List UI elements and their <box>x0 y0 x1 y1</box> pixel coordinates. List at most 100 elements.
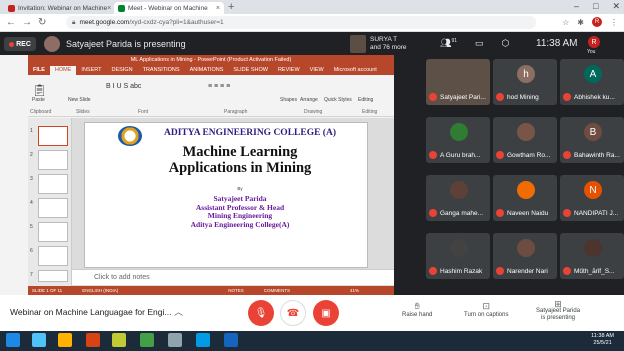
participant-thumbnail[interactable] <box>350 35 366 53</box>
tab-home[interactable]: HOME <box>49 66 77 75</box>
extensions-icon[interactable]: ✱ <box>577 18 584 27</box>
chat-icon[interactable]: ▭ <box>475 38 484 49</box>
slide-thumbnail[interactable] <box>38 246 68 266</box>
ppt-ribbon: 📋︎ Paste New Slide B I U S abc ≡ ≡ ≡ ≡ S… <box>28 75 394 117</box>
shapes-button[interactable]: Shapes <box>280 97 297 103</box>
maximize-icon[interactable]: □ <box>593 1 598 12</box>
participant-tile[interactable]: h hod Mining <box>493 59 557 105</box>
browser-actions: ☆ ✱ R ⋮ <box>562 17 618 27</box>
participant-tile[interactable]: Naveen Naidu <box>493 175 557 221</box>
paragraph-controls[interactable]: ≡ ≡ ≡ ≡ <box>208 83 230 90</box>
participant-tile[interactable]: N NANDIPATI J... <box>560 175 624 221</box>
participant-name: Naveen Naidu <box>507 210 549 217</box>
skype-icon[interactable] <box>196 333 210 347</box>
notes-field[interactable]: Click to add notes <box>72 269 394 285</box>
reload-icon[interactable]: ↻ <box>38 17 46 28</box>
word-icon[interactable] <box>224 333 238 347</box>
close-tab-icon[interactable]: × <box>216 5 220 12</box>
hand-icon: ✋︎ <box>414 301 420 311</box>
captions-button[interactable]: ⊡ Turn on captions <box>464 301 508 318</box>
tab-meet[interactable]: Meet - Webinar on Machine × <box>114 2 224 14</box>
system-clock[interactable]: 11:38 AM 25/5/21 <box>591 333 614 347</box>
file-explorer-icon[interactable] <box>58 333 72 347</box>
slide-thumbnail[interactable] <box>38 270 68 282</box>
slide-title-line: Applications in Mining <box>168 160 312 176</box>
powerpoint-taskbar-icon[interactable] <box>86 333 100 347</box>
participant-name: Satyajeet Pari... <box>440 94 486 101</box>
arrange-button[interactable]: Arrange <box>300 97 318 103</box>
participant-tile[interactable]: B Bahawinth Ra... <box>560 117 624 163</box>
back-icon[interactable]: ← <box>6 17 16 28</box>
tab-view[interactable]: VIEW <box>305 66 329 75</box>
chevron-up-icon[interactable]: ︿ <box>174 305 183 318</box>
group-font: Font <box>138 109 149 115</box>
comments-toggle[interactable]: COMMENTS <box>264 288 290 293</box>
group-clipboard: Clipboard <box>30 109 52 115</box>
participant-tile[interactable]: A Abhishek ku... <box>560 59 624 105</box>
participant-tile[interactable]: Ganga mahe... <box>426 175 490 221</box>
meeting-title[interactable]: Webinar on Machine Languagae for Engi... <box>10 307 171 317</box>
leave-call-button[interactable]: ☎︎ <box>280 300 306 326</box>
slide-thumbnail[interactable] <box>38 126 68 146</box>
tab-transitions[interactable]: TRANSITIONS <box>138 66 185 75</box>
participant-grid: Satyajeet Pari... h hod Mining A Abhishek ku… <box>424 55 624 295</box>
ie-icon[interactable] <box>32 333 46 347</box>
tab-file[interactable]: FILE <box>28 66 50 75</box>
star-icon[interactable]: ☆ <box>562 18 569 27</box>
account-link[interactable]: Microsoft account <box>329 66 382 75</box>
profile-avatar[interactable]: R <box>592 17 602 27</box>
participant-tile[interactable]: Műth_ărǐf_S... <box>560 233 624 279</box>
tab-animations[interactable]: ANIMATIONS <box>185 66 229 75</box>
mic-off-button[interactable]: 🎙︎ <box>248 300 274 326</box>
new-tab-button[interactable]: + <box>228 1 234 13</box>
group-drawing: Drawing <box>304 109 323 115</box>
tab-title: Meet - Webinar on Machine <box>128 4 208 12</box>
editing-button[interactable]: Editing <box>358 97 373 103</box>
new-slide-button[interactable]: New Slide <box>68 97 91 103</box>
meet-top-bar: REC Satyajeet Parida is presenting SURYA… <box>0 33 624 55</box>
participant-tile[interactable]: Hashim Razak <box>426 233 490 279</box>
tab-invitation[interactable]: Invitation: Webinar on Machine × <box>4 2 112 14</box>
chrome-icon[interactable] <box>140 333 154 347</box>
notes-toggle[interactable]: NOTES <box>228 288 244 293</box>
url-input[interactable]: 🔒︎ meet.google.com /xyd-cxdz-cya?pli=1&a… <box>66 16 536 29</box>
mic-muted-icon <box>429 93 437 101</box>
participant-name: Abhishek ku... <box>574 94 615 101</box>
paste-button[interactable]: Paste <box>32 97 45 103</box>
thumb-number: 4 <box>30 200 33 206</box>
participant-name: hod Mining <box>507 94 539 101</box>
tab-insert[interactable]: INSERT <box>76 66 106 75</box>
tab-slideshow[interactable]: SLIDE SHOW <box>228 66 273 75</box>
thumb-number: 6 <box>30 248 33 254</box>
menu-icon[interactable]: ⋮ <box>610 18 618 27</box>
avatar <box>517 239 535 257</box>
forward-icon[interactable]: → <box>22 17 32 28</box>
raise-hand-button[interactable]: ✋︎ Raise hand <box>402 301 432 318</box>
close-window-icon[interactable]: ✕ <box>612 1 620 12</box>
activities-icon[interactable]: ⬡ <box>502 38 510 49</box>
slide-thumbnail[interactable] <box>38 150 68 170</box>
present-button[interactable]: ⊞ Satyajeet Parida is presenting <box>536 300 580 322</box>
folder-icon[interactable] <box>112 333 126 347</box>
lock-icon: 🔒︎ <box>72 18 76 26</box>
tab-review[interactable]: REVIEW <box>273 66 305 75</box>
paste-icon[interactable]: 📋︎ <box>32 83 47 97</box>
self-avatar[interactable]: R <box>588 36 600 48</box>
quick-styles-button[interactable]: Quick Styles <box>324 97 352 103</box>
slide-thumbnail[interactable] <box>38 198 68 218</box>
slide-thumbnail[interactable] <box>38 222 68 242</box>
font-controls[interactable]: B I U S abc <box>106 83 141 90</box>
slide-thumbnail[interactable] <box>38 174 68 194</box>
zoom-level[interactable]: 41% <box>350 288 359 293</box>
close-tab-icon[interactable]: × <box>107 5 111 12</box>
participant-tile[interactable]: Narender Nari <box>493 233 557 279</box>
participant-tile[interactable]: Gowtham Ro... <box>493 117 557 163</box>
participant-tile[interactable]: A Guru brah... <box>426 117 490 163</box>
tab-design[interactable]: DESIGN <box>107 66 138 75</box>
minimize-icon[interactable]: – <box>574 1 579 12</box>
participant-tile[interactable]: Satyajeet Pari... <box>426 59 490 105</box>
people-icon[interactable]: 👥︎91 <box>440 38 457 49</box>
app-icon[interactable] <box>168 333 182 347</box>
camera-off-button[interactable]: ▣ <box>313 300 339 326</box>
windows-start-icon[interactable] <box>6 333 20 347</box>
